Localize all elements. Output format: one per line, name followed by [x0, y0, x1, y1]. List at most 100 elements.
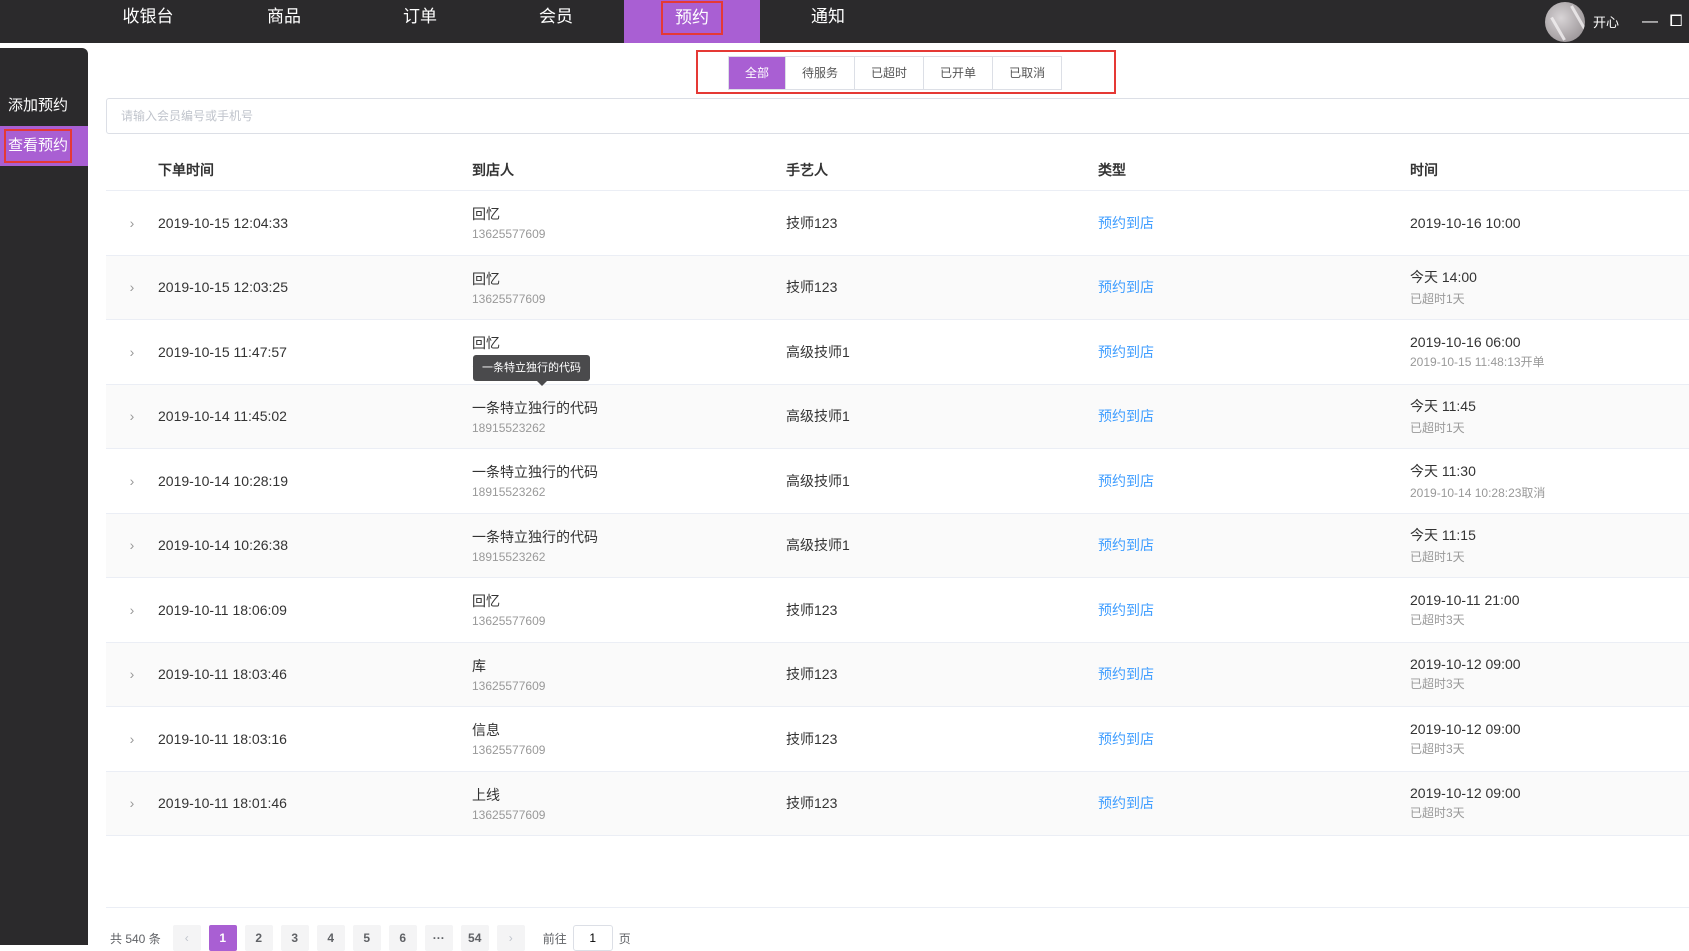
expand-chevron-icon[interactable]: ›: [106, 279, 158, 295]
expand-chevron-icon[interactable]: ›: [106, 408, 158, 424]
type-link[interactable]: 预约到店: [1098, 473, 1154, 489]
appointment-status: 已超时3天: [1410, 612, 1465, 627]
visitor-cell: 信息 13625577609: [472, 720, 786, 757]
prev-page-button[interactable]: ‹: [172, 925, 201, 951]
type-link[interactable]: 预约到店: [1098, 602, 1154, 618]
goto-page-input[interactable]: [572, 925, 613, 951]
total-count: 共 540 条: [110, 931, 161, 946]
order-time-cell: 2019-10-15 12:04:33: [158, 214, 288, 231]
type-cell: 预约到店: [1098, 600, 1410, 620]
expand-chevron-icon[interactable]: ›: [106, 215, 158, 231]
appointment-status: 已超时1天: [1410, 292, 1465, 307]
artist-cell: 高级技师1: [786, 343, 850, 360]
artist-cell: 高级技师1: [786, 408, 850, 425]
sidebar-item-add-appointment[interactable]: 添加预约: [0, 86, 88, 126]
page-button-1[interactable]: 1: [208, 925, 237, 951]
nav-item-products[interactable]: 商品: [216, 0, 352, 43]
avatar[interactable]: [1544, 1, 1585, 42]
visitor-cell: 回忆 13625577609: [472, 591, 786, 628]
page-button-3[interactable]: 3: [280, 925, 309, 951]
nav-item-members[interactable]: 会员: [488, 0, 624, 43]
table-row: › 2019-10-11 18:01:46 上线 13625577609 技师123 预约…: [106, 771, 1689, 836]
tab-pending[interactable]: 待服务: [785, 57, 855, 89]
appointment-time: 2019-10-11 21:00: [1410, 591, 1520, 608]
tab-overdue[interactable]: 已超时: [854, 57, 924, 89]
type-link[interactable]: 预约到店: [1098, 731, 1154, 747]
next-page-button[interactable]: ›: [496, 925, 525, 951]
artist-cell: 技师123: [786, 730, 838, 747]
appointment-time: 今天 11:15: [1410, 527, 1476, 544]
type-link[interactable]: 预约到店: [1098, 279, 1154, 295]
type-cell: 预约到店: [1098, 342, 1410, 362]
type-link[interactable]: 预约到店: [1098, 215, 1154, 231]
page-button-54[interactable]: 54: [460, 925, 489, 951]
more-pages-button[interactable]: ···: [424, 925, 453, 951]
order-time-cell: 2019-10-15 12:03:25: [158, 279, 288, 296]
table-row: › 2019-10-15 12:03:25 回忆 13625577609 技师123 预约…: [106, 255, 1689, 320]
visitor-name: 库: [472, 657, 486, 674]
header-visitor: 到店人: [472, 161, 514, 178]
visitor-phone: 18915523262: [472, 420, 546, 435]
nav-item-notifications[interactable]: 通知: [760, 0, 896, 43]
header-order-time: 下单时间: [158, 161, 214, 178]
expand-chevron-icon[interactable]: ›: [106, 602, 158, 618]
type-link[interactable]: 预约到店: [1098, 666, 1154, 682]
type-cell: 预约到店: [1098, 406, 1410, 426]
table-body: › 2019-10-15 12:04:33 回忆 13625577609 技师123 预约…: [106, 191, 1689, 836]
nav-item-cashier[interactable]: 收银台: [80, 0, 216, 43]
visitor-phone: 13625577609: [472, 678, 546, 693]
artist-cell: 技师123: [786, 279, 838, 296]
order-time-cell: 2019-10-11 18:03:16: [158, 730, 287, 747]
appointment-time-cell: 今天 11:15 已超时1天: [1410, 525, 1689, 565]
user-name: 开心: [1592, 15, 1619, 30]
expand-chevron-icon[interactable]: ›: [106, 795, 158, 811]
expand-chevron-icon[interactable]: ›: [106, 731, 158, 747]
table-row: › 2019-10-14 11:45:02 一条特立独行的代码 18915523262…: [106, 384, 1689, 449]
type-cell: 预约到店: [1098, 471, 1410, 491]
visitor-phone: 13625577609: [472, 614, 546, 629]
appointment-status: 2019-10-15 11:48:13开单: [1410, 354, 1545, 369]
tab-opened[interactable]: 已开单: [923, 57, 993, 89]
header-artist: 手艺人: [786, 161, 828, 178]
artist-cell: 技师123: [786, 666, 838, 683]
search-input[interactable]: [106, 98, 1689, 134]
top-bar: 收银台 商品 订单 会员 预约 通知 开心 — ⧠: [0, 0, 1689, 43]
tab-all[interactable]: 全部: [729, 57, 786, 89]
type-cell: 预约到店: [1098, 729, 1410, 749]
tab-cancelled[interactable]: 已取消: [992, 57, 1062, 89]
nav-item-appointments[interactable]: 预约: [624, 0, 760, 43]
order-time-cell: 2019-10-14 10:28:19: [158, 472, 288, 489]
appointment-status: 已超时3天: [1410, 806, 1465, 821]
nav-item-orders[interactable]: 订单: [352, 0, 488, 43]
type-link[interactable]: 预约到店: [1098, 537, 1154, 553]
visitor-cell: 回忆 13625577609: [472, 204, 786, 241]
page-button-5[interactable]: 5: [352, 925, 381, 951]
visitor-name: 回忆: [472, 593, 500, 610]
expand-chevron-icon[interactable]: ›: [106, 537, 158, 553]
expand-chevron-icon[interactable]: ›: [106, 666, 158, 682]
table-row: › 2019-10-11 18:03:46 库 13625577609 技师123 预约到…: [106, 642, 1689, 707]
visitor-phone: 18915523262: [472, 485, 546, 500]
maximize-icon[interactable]: ⧠: [1663, 13, 1689, 31]
visitor-cell: 上线 13625577609: [472, 785, 786, 822]
visitor-name: 上线: [472, 786, 500, 803]
type-link[interactable]: 预约到店: [1098, 795, 1154, 811]
page-button-4[interactable]: 4: [316, 925, 345, 951]
visitor-phone: 13625577609: [472, 291, 546, 306]
appointment-status: 已超时1天: [1410, 550, 1465, 565]
type-link[interactable]: 预约到店: [1098, 408, 1154, 424]
table-row: ›2019-10-15 11:47:57回忆13625577609高级技师1预约…: [106, 320, 1689, 385]
page-button-6[interactable]: 6: [388, 925, 417, 951]
page-button-2[interactable]: 2: [244, 925, 273, 951]
table-row: › 2019-10-11 18:03:16 信息 13625577609 技师123 预约…: [106, 707, 1689, 772]
table-row: › 2019-10-11 18:06:09 回忆 13625577609 技师123 预约…: [106, 578, 1689, 643]
type-link[interactable]: 预约到店: [1098, 344, 1154, 360]
expand-chevron-icon[interactable]: ›: [106, 344, 158, 360]
order-time-cell: 2019-10-11 18:03:46: [158, 666, 287, 683]
type-cell: 预约到店: [1098, 213, 1410, 233]
sidebar-item-view-appointments[interactable]: 查看预约: [0, 126, 88, 166]
minimize-icon[interactable]: —: [1637, 13, 1663, 31]
visitor-name: 一条特立独行的代码: [472, 399, 598, 416]
expand-chevron-icon[interactable]: ›: [106, 473, 158, 489]
appointment-time: 今天 14:00: [1410, 269, 1477, 286]
